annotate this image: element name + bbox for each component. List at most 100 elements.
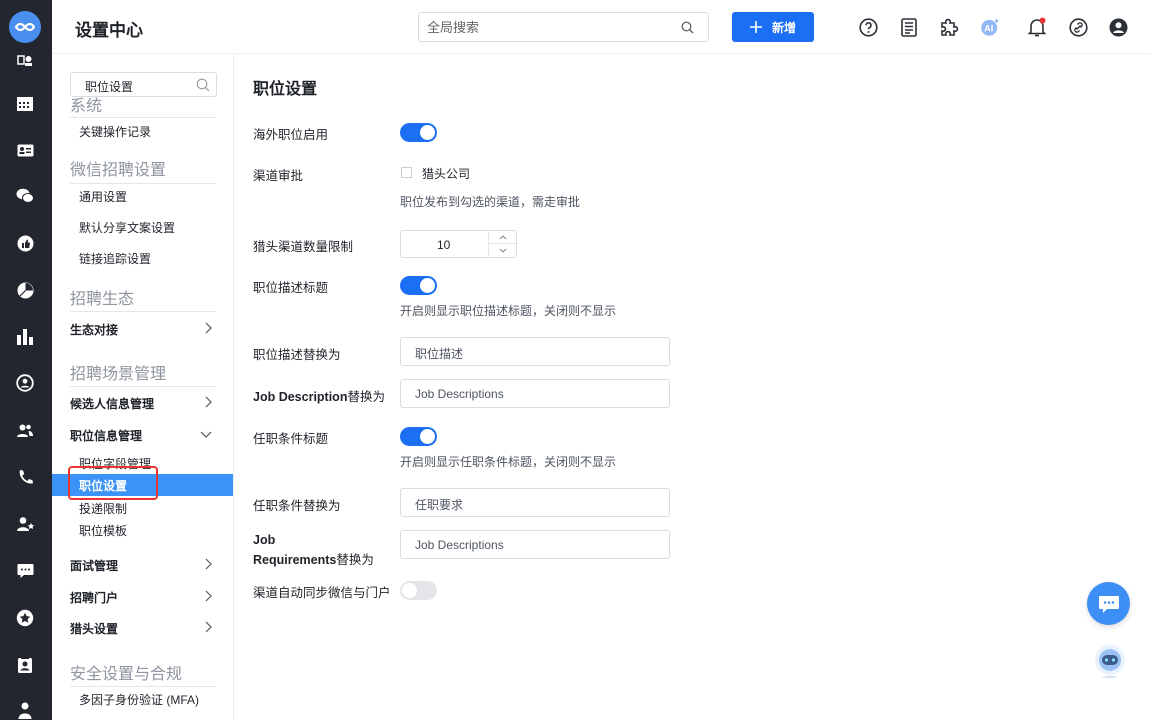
search-icon[interactable] (681, 21, 694, 39)
group-label: 职位信息管理 (70, 429, 143, 443)
chevron-up-icon (499, 234, 506, 239)
sidebar-item-general[interactable]: 通用设置 (79, 188, 127, 205)
sidebar-item-position-template[interactable]: 职位模板 (79, 522, 127, 539)
pie-chart-icon[interactable] (15, 280, 35, 300)
group-label: 猎头设置 (70, 622, 119, 636)
thumbs-up-icon[interactable] (15, 233, 35, 253)
group-label: 生态对接 (70, 323, 119, 337)
sidebar-group-candidate[interactable]: 候选人信息管理 (70, 395, 216, 412)
search-icon[interactable] (196, 78, 210, 97)
sidebar-item-key-ops[interactable]: 关键操作记录 (79, 123, 151, 140)
overseas-label: 海外职位启用 (253, 128, 329, 142)
notification-bell-icon[interactable] (1027, 17, 1047, 37)
profile-card-icon[interactable] (15, 50, 35, 70)
link-icon[interactable] (1068, 17, 1088, 37)
chevron-down-icon (499, 248, 506, 253)
jr-replace-label-en1: Job (253, 533, 276, 547)
highlight-box (68, 466, 158, 500)
auto-sync-label: 渠道自动同步微信与门户 (253, 586, 391, 600)
help-icon[interactable] (858, 17, 878, 37)
stepper-down-button[interactable] (489, 244, 516, 257)
jr-replace-label: Job Requirements替换为 (253, 530, 374, 570)
wechat-icon[interactable] (15, 186, 35, 206)
stepper-arrows (488, 231, 516, 257)
sidebar-group-headhunter[interactable]: 猎头设置 (70, 620, 216, 637)
ai-assistant-icon[interactable]: AI (980, 17, 1000, 37)
add-new-button[interactable]: 新增 (732, 12, 814, 42)
calendar-icon[interactable] (15, 93, 35, 113)
chevron-right-icon (205, 396, 212, 408)
toggle-knob (420, 278, 435, 293)
hh-limit-stepper[interactable]: 10 (400, 230, 517, 258)
chevron-down-icon (200, 431, 212, 438)
sidebar-group-portal[interactable]: 招聘门户 (70, 589, 216, 606)
toggle-knob (420, 125, 435, 140)
sidebar-search-box[interactable]: 职位设置 (70, 72, 217, 97)
stepper-up-button[interactable] (489, 231, 516, 244)
overseas-toggle[interactable] (400, 123, 437, 142)
document-icon[interactable] (899, 17, 919, 37)
plus-icon (749, 21, 762, 33)
desc-title-toggle[interactable] (400, 276, 437, 295)
user-account-icon[interactable] (1108, 17, 1128, 37)
message-icon[interactable] (15, 561, 35, 581)
user-star-icon[interactable] (15, 514, 35, 534)
desc-title-hint: 开启则显示职位描述标题，关闭则不显示 (400, 304, 617, 318)
auto-sync-toggle[interactable] (400, 581, 437, 600)
phone-icon[interactable] (15, 467, 35, 487)
global-search-box[interactable] (418, 12, 709, 42)
headhunter-checkbox-label[interactable]: 猎头公司 (422, 165, 470, 182)
app-logo[interactable] (9, 11, 41, 43)
section-wechat: 微信招聘设置 (70, 162, 167, 179)
icon-rail (0, 0, 52, 720)
group-label: 面试管理 (70, 559, 119, 573)
chat-support-button[interactable] (1087, 582, 1130, 625)
global-search-input[interactable] (427, 13, 667, 41)
sidebar-group-eco-connect[interactable]: 生态对接 (70, 321, 216, 338)
sidebar-item-mfa[interactable]: 多因子身份验证 (MFA) (79, 691, 199, 708)
jd-replace-input[interactable]: Job Descriptions (400, 379, 670, 408)
req-replace-input[interactable]: 任职要求 (400, 488, 670, 517)
person-icon[interactable] (15, 700, 35, 720)
team-icon[interactable] (15, 420, 35, 440)
req-title-toggle[interactable] (400, 427, 437, 446)
bar-chart-icon[interactable] (15, 327, 35, 347)
desc-replace-input[interactable]: 职位描述 (400, 337, 670, 366)
section-scene: 招聘场景管理 (70, 366, 167, 383)
sidebar-group-position[interactable]: 职位信息管理 (70, 427, 216, 444)
headhunter-checkbox[interactable] (401, 167, 412, 178)
divider (70, 686, 216, 687)
id-card-icon[interactable] (15, 140, 35, 160)
puzzle-icon[interactable] (939, 17, 959, 37)
contact-icon[interactable] (15, 655, 35, 675)
jr-replace-input[interactable]: Job Descriptions (400, 530, 670, 559)
divider (70, 117, 216, 118)
sidebar-item-delivery-limit[interactable]: 投递限制 (79, 500, 127, 517)
desc-replace-label: 职位描述替换为 (253, 348, 341, 362)
sidebar-item-share-copy[interactable]: 默认分享文案设置 (79, 219, 175, 236)
sidebar-search-value[interactable]: 职位设置 (85, 78, 133, 95)
logo-infinity-icon (14, 22, 36, 32)
channel-approval-hint: 职位发布到勾选的渠道，需走审批 (400, 195, 581, 209)
chevron-right-icon (205, 322, 212, 334)
divider (70, 386, 216, 387)
desc-title-label: 职位描述标题 (253, 281, 329, 295)
chevron-right-icon (205, 558, 212, 570)
star-icon[interactable] (15, 608, 35, 628)
chat-bubble-icon (1098, 595, 1119, 613)
page-header-title: 设置中心 (75, 21, 143, 40)
hh-limit-value[interactable]: 10 (437, 238, 450, 252)
req-replace-label: 任职条件替换为 (253, 499, 341, 513)
req-title-label: 任职条件标题 (253, 432, 329, 446)
jd-replace-label-en: Job Description (253, 390, 348, 404)
group-label: 候选人信息管理 (70, 397, 155, 411)
page-title: 职位设置 (253, 81, 318, 98)
user-circle-icon[interactable] (15, 373, 35, 393)
section-security: 安全设置与合规 (70, 666, 183, 683)
toggle-knob (402, 583, 417, 598)
sidebar-item-link-track[interactable]: 链接追踪设置 (79, 250, 151, 267)
channel-approval-label: 渠道审批 (253, 169, 304, 183)
sidebar-group-interview[interactable]: 面试管理 (70, 557, 216, 574)
robot-assistant-icon[interactable] (1093, 643, 1127, 679)
jr-replace-label-cn: 替换为 (336, 553, 374, 567)
